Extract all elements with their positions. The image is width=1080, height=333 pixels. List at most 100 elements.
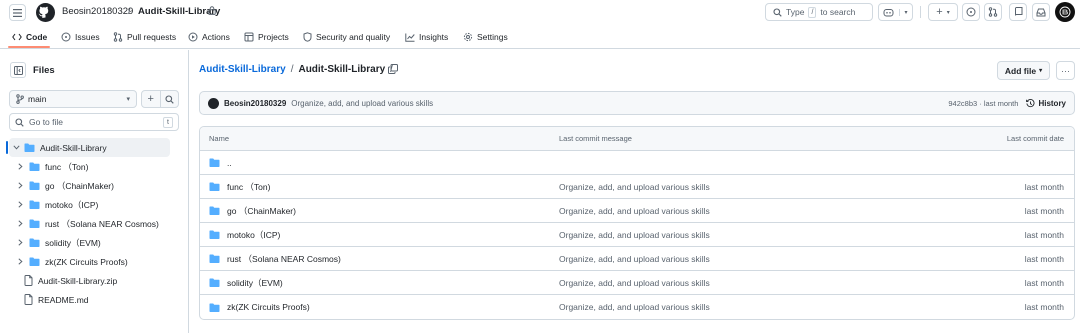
folder-link[interactable]: solidity（EVM) — [227, 277, 283, 289]
branch-selector[interactable]: main ▾ — [9, 90, 137, 108]
commit-message[interactable]: Organize, add, and upload various skills — [291, 99, 433, 108]
commit-author[interactable]: Beosin20180329 — [224, 99, 286, 108]
commit-date: last month — [1024, 181, 1064, 192]
folder-icon — [209, 158, 220, 167]
tree-item-label: motoko（ICP) — [45, 199, 99, 210]
breadcrumb-root-link[interactable]: Audit-Skill-Library — [199, 64, 286, 75]
repositories-button[interactable] — [1009, 3, 1027, 21]
tab-label: Security and quality — [316, 32, 391, 42]
commit-hash-time[interactable]: 942c8b3 · last month — [948, 99, 1018, 108]
commit-message-link[interactable]: Organize, add, and upload various skills — [559, 182, 710, 192]
folder-icon — [29, 200, 40, 209]
column-header-date: Last commit date — [1006, 134, 1064, 143]
tab-actions[interactable]: Actions — [188, 25, 230, 49]
create-new-button[interactable]: + ▾ — [928, 3, 958, 21]
chevron-right-icon — [15, 220, 25, 227]
inbox-button[interactable] — [1032, 3, 1050, 21]
table-row[interactable]: motoko（ICP) Organize, add, and upload va… — [200, 223, 1074, 247]
tab-issues[interactable]: Issues — [61, 25, 100, 49]
user-avatar[interactable] — [1055, 2, 1075, 22]
table-cell-name: go （ChainMaker) — [209, 205, 296, 217]
folder-link[interactable]: zk(ZK Circuits Proofs) — [227, 302, 310, 312]
chevron-down-icon: ▾ — [946, 9, 950, 16]
table-row[interactable]: rust （Solana NEAR Cosmos) Organize, add,… — [200, 247, 1074, 271]
table-row[interactable]: solidity（EVM) Organize, add, and upload … — [200, 271, 1074, 295]
commit-message-link[interactable]: Organize, add, and upload various skills — [559, 302, 710, 312]
gear-icon — [463, 32, 473, 42]
graph-icon — [405, 33, 415, 42]
folder-icon — [29, 219, 40, 228]
header-divider — [920, 6, 921, 18]
commit-meta: 942c8b3 · last month History — [948, 99, 1066, 108]
global-header: Beosin20180329 / Audit-Skill-Library Typ… — [0, 0, 1080, 25]
chevron-down-icon: ▾ — [899, 8, 908, 16]
latest-commit-bar: Beosin20180329 Organize, add, and upload… — [199, 91, 1075, 115]
more-options-button[interactable]: ··· — [1056, 61, 1075, 80]
repo-owner-link[interactable]: Beosin20180329 — [62, 6, 133, 17]
code-icon — [12, 33, 22, 41]
play-icon — [188, 32, 198, 42]
folder-link[interactable]: func （Ton) — [227, 181, 270, 193]
search-placeholder-suffix: to search — [820, 7, 856, 17]
tree-item-folder[interactable]: motoko（ICP) — [0, 195, 189, 214]
table-cell-name: solidity（EVM) — [209, 277, 283, 289]
folder-icon — [209, 230, 220, 239]
history-label: History — [1038, 98, 1066, 108]
column-header-message: Last commit message — [559, 134, 632, 143]
go-to-file-input[interactable]: Go to file t — [9, 113, 179, 131]
folder-link[interactable]: rust （Solana NEAR Cosmos) — [227, 253, 341, 265]
table-row[interactable]: func （Ton) Organize, add, and upload var… — [200, 175, 1074, 199]
chevron-down-icon — [11, 145, 21, 150]
commit-message-link[interactable]: Organize, add, and upload various skills — [559, 278, 710, 288]
file-list-table: Name Last commit message Last commit dat… — [199, 126, 1075, 320]
menu-button[interactable] — [9, 4, 26, 21]
copy-path-icon[interactable] — [388, 64, 398, 74]
folder-icon — [29, 162, 40, 171]
tree-item-folder[interactable]: func （Ton) — [0, 157, 189, 176]
pull-requests-button[interactable] — [984, 3, 1002, 21]
folder-link[interactable]: go （ChainMaker) — [227, 205, 296, 217]
github-logo-icon[interactable] — [36, 3, 55, 22]
tree-item-file[interactable]: Audit-Skill-Library.zip — [0, 271, 189, 290]
issues-button[interactable] — [962, 3, 980, 21]
table-row-parent[interactable]: .. — [200, 151, 1074, 175]
chevron-right-icon — [15, 239, 25, 246]
file-icon — [24, 294, 33, 305]
copilot-button[interactable]: ▾ — [878, 3, 913, 21]
commit-author-avatar[interactable] — [208, 97, 219, 109]
tree-item-root[interactable]: Audit-Skill-Library — [6, 138, 170, 157]
tab-settings[interactable]: Settings — [463, 25, 508, 49]
tree-item-folder[interactable]: solidity（EVM) — [0, 233, 189, 252]
history-button[interactable]: History — [1026, 99, 1066, 108]
add-file-icon-button[interactable]: + — [142, 91, 160, 107]
commit-message-link[interactable]: Organize, add, and upload various skills — [559, 230, 710, 240]
table-row[interactable]: go （ChainMaker) Organize, add, and uploa… — [200, 199, 1074, 223]
tree-item-folder[interactable]: rust （Solana NEAR Cosmos) — [0, 214, 189, 233]
commit-date: last month — [1024, 253, 1064, 264]
commit-message-link[interactable]: Organize, add, and upload various skills — [559, 206, 710, 216]
tree-item-file[interactable]: README.md — [0, 290, 189, 309]
search-files-button[interactable] — [159, 91, 179, 107]
tree-item-folder[interactable]: zk(ZK Circuits Proofs) — [0, 252, 189, 271]
branch-icon — [16, 94, 24, 104]
tab-pull-requests[interactable]: Pull requests — [113, 25, 176, 49]
repo-icon — [1014, 7, 1022, 16]
pull-request-icon — [113, 32, 123, 42]
tab-label: Issues — [75, 32, 100, 42]
collapse-sidebar-button[interactable] — [10, 62, 26, 78]
commit-message-link[interactable]: Organize, add, and upload various skills — [559, 254, 710, 264]
sidebar-title: Files — [33, 65, 55, 76]
tab-projects[interactable]: Projects — [244, 25, 289, 49]
table-row[interactable]: zk(ZK Circuits Proofs) Organize, add, an… — [200, 295, 1074, 319]
tree-item-folder[interactable]: go （ChainMaker) — [0, 176, 189, 195]
tab-insights[interactable]: Insights — [405, 25, 448, 49]
add-file-button[interactable]: Add file ▾ — [997, 61, 1050, 80]
chevron-down-icon: ▾ — [126, 96, 130, 103]
global-search-input[interactable]: Type / to search — [765, 3, 873, 21]
lock-icon — [208, 6, 216, 15]
folder-link[interactable]: motoko（ICP) — [227, 229, 280, 241]
path-breadcrumb: Audit-Skill-Library / Audit-Skill-Librar… — [199, 64, 393, 75]
parent-directory-link[interactable]: .. — [227, 158, 232, 168]
tab-security[interactable]: Security and quality — [303, 25, 390, 49]
history-icon — [1026, 98, 1035, 107]
